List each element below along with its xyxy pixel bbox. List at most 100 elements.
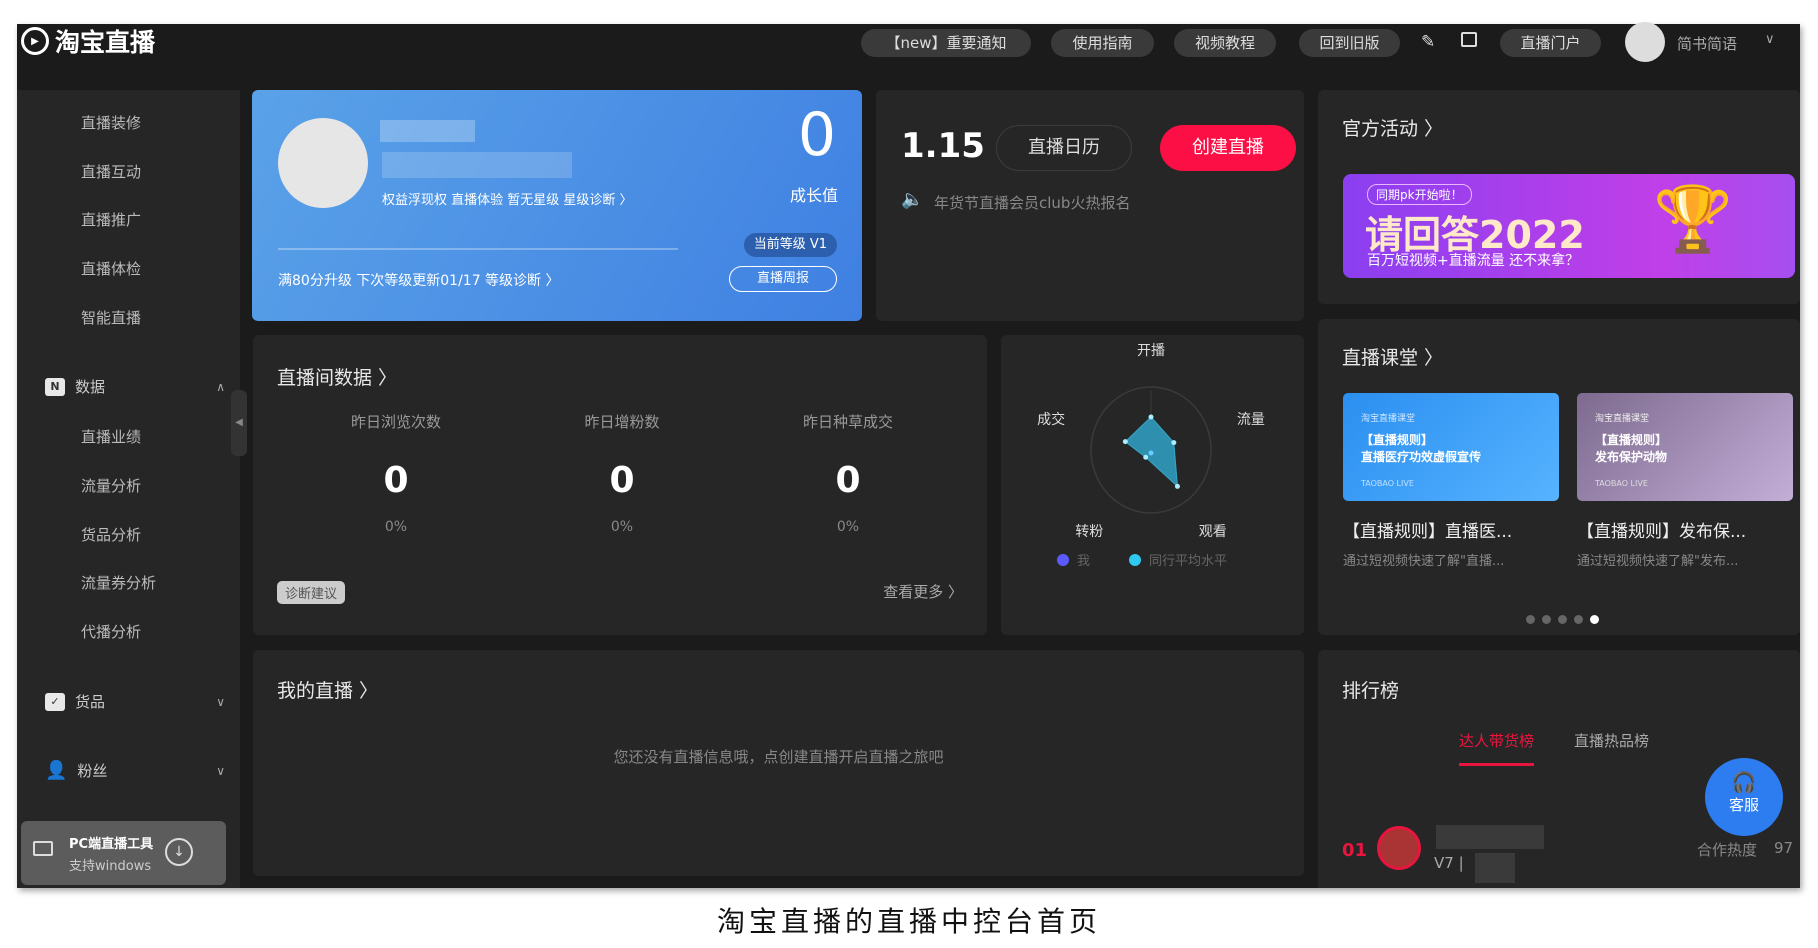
chevron-up-icon: ∧ [216, 379, 225, 394]
radar-axis-label: 成交 [1037, 411, 1065, 428]
sidebar-item-promotion[interactable]: 直播推广 [81, 209, 141, 230]
portal-button[interactable]: 直播门户 [1500, 29, 1601, 57]
ranking-title: 排行榜 [1342, 680, 1400, 702]
chevron-down-icon[interactable]: ∨ [1765, 32, 1775, 47]
radar-card: 开播 流量 观看 转粉 成交 我 同行平均水平 [1001, 335, 1304, 635]
course-card: 直播课堂 〉 淘宝直播课堂 【直播规则】 直播医疗功效虚假宣传 TAOBAO L… [1318, 319, 1800, 635]
sidebar-item-performance[interactable]: 直播业绩 [81, 426, 141, 447]
empty-message: 您还没有直播信息哦，点创建直播开启直播之旅吧 [613, 748, 944, 766]
radar-point [1143, 454, 1149, 460]
radar-point [1174, 483, 1180, 489]
chevron-down-icon: ∨ [216, 694, 225, 709]
course-item-desc: 通过短视频快速了解"直播... [1343, 554, 1505, 569]
my-live-title[interactable]: 我的直播 〉 [277, 676, 378, 703]
radar-point [1148, 414, 1154, 420]
rank-avatar[interactable] [1377, 826, 1421, 870]
sidebar-item-smart-live[interactable]: 智能直播 [81, 307, 141, 328]
sidebar-group-fans[interactable]: 👤 粉丝 ∨ [45, 760, 225, 781]
pc-tool-title: PC端直播工具 [69, 837, 154, 852]
create-live-button[interactable]: 创建直播 [1160, 125, 1296, 171]
tab-influencer[interactable]: 达人带货榜 [1459, 730, 1535, 766]
calendar-card: 1.15 直播日历 创建直播 🔈 年货节直播会员club火热报名 [876, 90, 1304, 321]
progress-line [278, 248, 678, 250]
headset-icon: 🎧 [1731, 770, 1757, 794]
notice-button[interactable]: 【new】重要通知 [861, 29, 1031, 57]
legend-dot [1129, 553, 1141, 566]
user-avatar[interactable] [1625, 22, 1665, 62]
banner-subtitle: 百万短视频+直播流量 还不来拿？ [1367, 253, 1580, 269]
sidebar-collapse-handle[interactable]: ◀ [231, 390, 247, 456]
carousel-dots[interactable] [1526, 615, 1599, 624]
carousel-dot[interactable] [1526, 615, 1535, 624]
sidebar-item-decoration[interactable]: 直播装修 [81, 112, 141, 133]
carousel-dot[interactable] [1590, 615, 1599, 624]
fans-icon: 👤 [45, 760, 68, 781]
course-title[interactable]: 直播课堂 〉 [1342, 343, 1443, 370]
growth-value: 0 [797, 100, 836, 170]
radar-axis-label: 流量 [1237, 412, 1265, 428]
view-more-link[interactable]: 查看更多 〉 [883, 581, 963, 602]
diagnose-button[interactable]: 诊断建议 [277, 581, 346, 604]
profile-avatar[interactable] [278, 118, 368, 208]
stat-followers: 昨日增粉数 0 0% [584, 413, 660, 535]
video-tutorial-button[interactable]: 视频教程 [1174, 29, 1276, 57]
course-thumbnail: 淘宝直播课堂 【直播规则】 直播医疗功效虚假宣传 TAOBAO LIVE [1343, 393, 1559, 501]
caption: 淘宝直播的直播中控台首页 [716, 905, 1101, 938]
carousel-dot[interactable] [1558, 615, 1567, 624]
course-item-title: 【直播规则】发布保... [1577, 522, 1747, 542]
stat-views: 昨日浏览次数 0 0% [350, 413, 441, 535]
sidebar-item-agency-analysis[interactable]: 代播分析 [81, 621, 141, 642]
heat-label: 合作热度 [1697, 841, 1758, 859]
course-item-2[interactable]: 淘宝直播课堂 【直播规则】 发布保护动物 TAOBAO LIVE 【直播规则】发… [1577, 393, 1793, 633]
level-badge: 当前等级 V1 [743, 233, 837, 257]
heat-value: 97 [1774, 839, 1794, 857]
download-icon: ↓ [165, 838, 193, 866]
guide-button[interactable]: 使用指南 [1051, 29, 1154, 57]
carousel-dot[interactable] [1574, 615, 1583, 624]
old-version-button[interactable]: 回到旧版 [1299, 29, 1400, 57]
carousel-dot[interactable] [1542, 615, 1551, 624]
logo[interactable]: ▶ 淘宝直播 [21, 24, 155, 58]
weekly-report-button[interactable]: 直播周报 [729, 266, 837, 292]
tab-hot-products[interactable]: 直播热品榜 [1574, 730, 1649, 751]
activity-card: 官方活动 〉 同期pk开始啦！ 请回答2022 百万短视频+直播流量 还不来拿？… [1318, 90, 1800, 304]
monitor-icon [33, 841, 53, 856]
sidebar-item-traffic[interactable]: 流量分析 [81, 475, 141, 496]
pc-tool-subtitle: 支持windows [69, 859, 152, 874]
legend-average: 同行平均水平 [1129, 550, 1227, 569]
data-icon: N [45, 377, 65, 396]
growth-label: 成长值 [789, 186, 838, 205]
pc-tool-download[interactable]: PC端直播工具 支持windows ↓ [21, 821, 226, 885]
customer-service-button[interactable]: 🎧 客服 [1705, 758, 1783, 836]
sidebar-item-goods-analysis[interactable]: 货品分析 [81, 524, 141, 545]
activity-title[interactable]: 官方活动 〉 [1342, 114, 1443, 141]
sidebar-group-goods[interactable]: ✓ 货品 ∨ [45, 691, 225, 712]
nickname-blurred [382, 152, 572, 178]
sidebar-item-coupon-analysis[interactable]: 流量券分析 [81, 572, 156, 593]
radar-point [1171, 440, 1177, 446]
course-thumbnail: 淘宝直播课堂 【直播规则】 发布保护动物 TAOBAO LIVE [1577, 393, 1793, 501]
radar-point [1122, 439, 1128, 445]
course-item-desc: 通过短视频快速了解"发布... [1577, 554, 1739, 569]
message-icon[interactable] [1461, 32, 1477, 47]
speaker-icon: 🔈 [901, 189, 924, 210]
room-data-card: 直播间数据 〉 昨日浏览次数 0 0% 昨日增粉数 0 0% 昨日种草成交 0 0% 诊断建… [253, 335, 987, 635]
console-screen: ▶ 淘宝直播 【new】重要通知 使用指南 视频教程 回到旧版 ✎ 直播门户 简… [17, 22, 1800, 888]
goods-icon: ✓ [45, 692, 65, 711]
sidebar-item-checkup[interactable]: 直播体检 [81, 258, 141, 279]
room-data-title[interactable]: 直播间数据 〉 [277, 363, 397, 390]
username[interactable]: 简书简语 [1677, 33, 1737, 54]
calendar-button[interactable]: 直播日历 [996, 125, 1132, 171]
course-item-1[interactable]: 淘宝直播课堂 【直播规则】 直播医疗功效虚假宣传 TAOBAO LIVE 【直播… [1343, 393, 1559, 633]
activity-banner[interactable]: 同期pk开始啦！ 请回答2022 百万短视频+直播流量 还不来拿？ 🏆 [1343, 174, 1795, 278]
stat-deals: 昨日种草成交 0 0% [802, 413, 893, 535]
notice-text[interactable]: 年货节直播会员club火热报名 [934, 192, 1130, 213]
rank-name-blurred [1436, 825, 1544, 849]
play-logo-icon: ▶ [21, 27, 49, 55]
sidebar-group-data[interactable]: N 数据 ∧ [45, 376, 225, 397]
chevron-down-icon: ∨ [216, 763, 225, 778]
profile-links[interactable]: 权益浮现权 直播体验 暂无星级 星级诊断 〉 [382, 189, 633, 208]
upgrade-info[interactable]: 满80分升级 下次等级更新01/17 等级诊断 〉 [278, 270, 560, 290]
sidebar-item-interaction[interactable]: 直播互动 [81, 161, 141, 182]
edit-icon[interactable]: ✎ [1421, 32, 1435, 52]
